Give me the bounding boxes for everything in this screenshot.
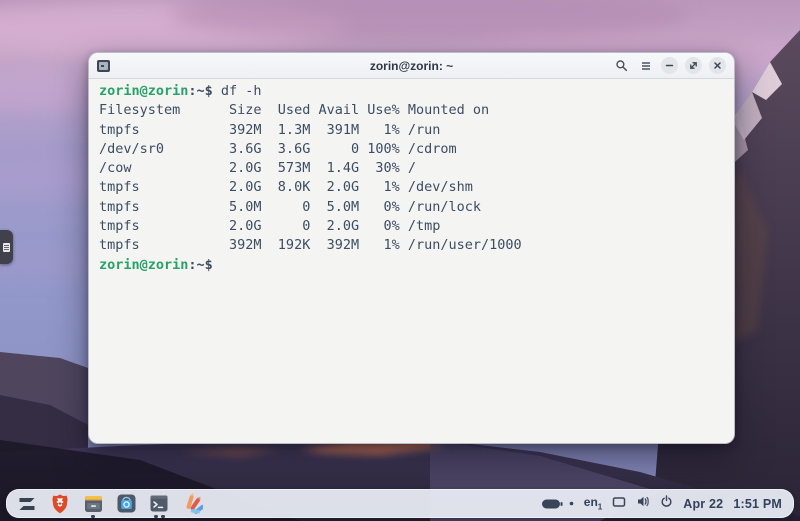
close-icon [712, 60, 723, 71]
prompt-user: zorin@zorin [99, 257, 188, 273]
minimize-button[interactable] [661, 57, 678, 74]
battery-indicator[interactable] [541, 498, 574, 510]
desktop: { "window": { "title": "zorin@zorin: ~" … [0, 0, 800, 521]
power-indicator[interactable] [660, 495, 673, 513]
close-button[interactable] [709, 57, 726, 74]
taskbar-zorin-menu-button[interactable] [14, 491, 40, 517]
terminal-line: zorin@zorin:~$ df -h [99, 82, 734, 101]
titlebar[interactable]: zorin@zorin: ~ [89, 53, 734, 79]
files-icon [83, 494, 104, 514]
system-tray: en1 Apr 22 1:51 PM [541, 495, 782, 513]
keyboard-layout-indicator[interactable]: en1 [584, 495, 602, 511]
taskbar-files-button[interactable] [80, 491, 106, 517]
terminal-line: tmpfs 2.0G 8.0K 2.0G 1% /dev/shm [99, 178, 734, 197]
taskbar-software-button[interactable] [113, 491, 139, 517]
battery-status-dot-icon [569, 501, 574, 506]
battery-icon [541, 498, 565, 510]
minimize-icon [664, 60, 675, 71]
date-display[interactable]: Apr 22 [683, 497, 723, 511]
terminal-line: tmpfs 2.0G 0 2.0G 0% /tmp [99, 217, 734, 236]
taskbar-appearance-button[interactable] [179, 491, 205, 517]
taskbar: en1 Apr 22 1:51 PM [6, 489, 794, 518]
appearance-icon [181, 493, 203, 515]
hidden-panel-handle-icon [3, 243, 10, 252]
terminal-line: zorin@zorin:~$ [99, 256, 734, 275]
search-icon [615, 59, 628, 72]
command-text: df -h [213, 83, 262, 99]
keyboard-layout-index: 1 [598, 503, 602, 512]
volume-indicator[interactable] [636, 495, 650, 513]
terminal-app-icon [97, 60, 110, 72]
terminal-line: tmpfs 5.0M 0 5.0M 0% /run/lock [99, 198, 734, 217]
menu-button[interactable] [637, 57, 654, 74]
terminal-line: Filesystem Size Used Avail Use% Mounted … [99, 101, 734, 120]
keyboard-layout-code: en [584, 495, 598, 509]
hidden-panel-handle[interactable] [0, 230, 13, 264]
maximize-button[interactable] [685, 57, 702, 74]
prompt-user: zorin@zorin [99, 83, 188, 99]
running-indicator [146, 515, 172, 518]
display-indicator[interactable] [612, 495, 626, 513]
taskbar-brave-button[interactable] [47, 491, 73, 517]
maximize-icon [688, 60, 699, 71]
terminal-window: zorin@zorin: ~ [88, 52, 735, 444]
volume-icon [636, 495, 650, 508]
prompt-suffix: :~$ [188, 257, 212, 273]
search-button[interactable] [613, 57, 630, 74]
menu-icon [640, 60, 652, 72]
software-store-icon [116, 493, 137, 514]
terminal-line: tmpfs 392M 1.3M 391M 1% /run [99, 121, 734, 140]
power-icon [660, 495, 673, 508]
display-icon [612, 496, 626, 508]
taskbar-terminal-button[interactable] [146, 491, 172, 517]
brave-icon [50, 493, 70, 515]
terminal-line: /dev/sr0 3.6G 3.6G 0 100% /cdrom [99, 140, 734, 159]
terminal-line: tmpfs 392M 192K 392M 1% /run/user/1000 [99, 236, 734, 255]
terminal-line: /cow 2.0G 573M 1.4G 30% / [99, 159, 734, 178]
prompt-suffix: :~$ [188, 83, 212, 99]
terminal-content[interactable]: zorin@zorin:~$ df -hFilesystem Size Used… [89, 79, 734, 443]
terminal-icon [149, 494, 169, 513]
time-display[interactable]: 1:51 PM [733, 497, 782, 511]
zorin-menu-icon [16, 493, 38, 515]
running-indicator [80, 515, 106, 518]
